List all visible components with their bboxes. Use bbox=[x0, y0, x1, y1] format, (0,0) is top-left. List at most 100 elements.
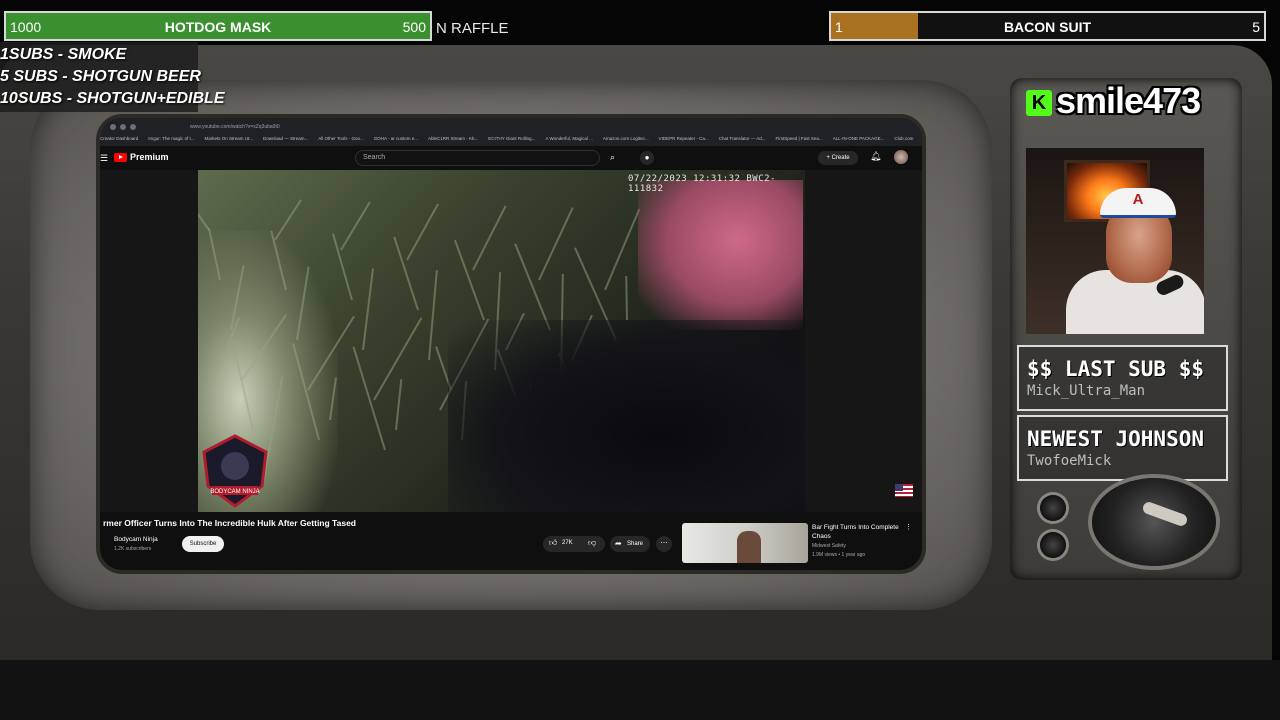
grass-blade bbox=[604, 208, 641, 291]
grass-blade bbox=[393, 236, 419, 311]
bookmark-item[interactable]: Amazon.com Logitec... bbox=[603, 136, 649, 141]
grass-blade bbox=[472, 205, 507, 271]
grass-blade bbox=[406, 203, 439, 261]
bookmark-item[interactable]: AbleC1RR Stream - Kb... bbox=[428, 136, 478, 141]
reward-line: 10SUBS - SHOTGUN+EDIBLE bbox=[0, 90, 225, 107]
grass-blade bbox=[340, 201, 371, 251]
like-count: 27K bbox=[562, 540, 573, 546]
last-sub-panel: $$ LAST SUB $$ Mick_Ultra_Man bbox=[1017, 345, 1228, 411]
youtube-play-icon bbox=[114, 152, 127, 162]
stream-overlay: 1000 HOTDOG MASK 500 N RAFFLE 1 BACON SU… bbox=[0, 0, 1280, 720]
raffle-label: N RAFFLE bbox=[436, 20, 509, 37]
bookmark-item[interactable]: ECITHY Giant Rolling... bbox=[488, 136, 535, 141]
goal-bar-hotdog-mask: 1000 HOTDOG MASK 500 bbox=[4, 11, 432, 41]
reward-line: 5 SUBS - SHOTGUN BEER bbox=[0, 68, 201, 85]
mic-icon[interactable]: ● bbox=[640, 151, 654, 165]
like-dislike-group[interactable]: 👍︎ 27K 👎︎ bbox=[543, 536, 605, 552]
menu-icon[interactable]: ☰ bbox=[100, 153, 108, 164]
subscribe-button[interactable]: Subscribe bbox=[182, 536, 224, 552]
recommended-meta: 1.9M views • 1 year ago bbox=[812, 552, 866, 558]
newest-follower-name: TwofoeMick bbox=[1027, 453, 1112, 469]
tv-screen: www.youtube.com/watch?v=xZq3uba9t0 Creat… bbox=[100, 118, 922, 570]
tv-knob bbox=[1040, 495, 1066, 521]
more-vert-icon[interactable]: ⋮ bbox=[905, 523, 912, 531]
goal-bar-bacon-suit: 1 BACON SUIT 5 bbox=[829, 11, 1266, 41]
bookmark-item[interactable]: Creator Dashboard bbox=[100, 136, 138, 141]
bodycam-timestamp: 07/22/2023 12:31:32 BWC2-111832 bbox=[628, 174, 776, 194]
bookmark-item[interactable]: A Wonderful, Magical ... bbox=[545, 136, 592, 141]
reward-line: 1SUBS - SMOKE bbox=[0, 46, 127, 63]
recommended-title[interactable]: Bar Fight Turns Into Complete Chaos bbox=[812, 523, 907, 541]
address-bar[interactable]: www.youtube.com/watch?v=xZq3uba9t0 bbox=[110, 124, 912, 134]
share-icon: ➦ bbox=[615, 539, 622, 548]
webcam-feed: A bbox=[1026, 148, 1204, 334]
channel-name[interactable]: Bodycam Ninja bbox=[114, 536, 158, 543]
sub-rewards-list: 1SUBS - SMOKE 5 SUBS - SHOTGUN BEER 10SU… bbox=[0, 42, 225, 112]
bookmark-item[interactable]: Chat Translator — Ad... bbox=[719, 136, 766, 141]
grass-blade bbox=[625, 275, 628, 321]
share-label: Share bbox=[627, 541, 644, 547]
youtube-header: ☰ Premium Search ⌕ ● + Create 🔔︎ bbox=[100, 146, 922, 170]
thumbnail-content bbox=[737, 531, 761, 563]
bookmark-item[interactable]: ALL-IN-ONE PACKAGE... bbox=[833, 136, 885, 141]
goal-title: BACON SUIT bbox=[1003, 19, 1092, 35]
reload-icon[interactable] bbox=[130, 124, 136, 130]
more-actions-button[interactable]: ⋯ bbox=[656, 536, 672, 552]
thumbs-down-icon[interactable]: 👎︎ bbox=[588, 538, 596, 548]
recommended-thumbnail[interactable] bbox=[682, 523, 808, 563]
grass-blade bbox=[373, 317, 423, 401]
youtube-logo[interactable]: Premium bbox=[114, 152, 169, 162]
create-label: Create bbox=[831, 155, 850, 161]
bookmark-item[interactable]: FirstSpeed | Fast Sea... bbox=[775, 136, 822, 141]
last-sub-name: Mick_Ultra_Man bbox=[1027, 383, 1146, 399]
bookmark-item[interactable]: All Other Tools - Goo... bbox=[318, 136, 363, 141]
grass-blade bbox=[362, 268, 374, 351]
goal-max-value: 500 bbox=[402, 19, 426, 35]
video-title: rmer Officer Turns Into The Incredible H… bbox=[103, 518, 356, 528]
newest-follower-panel: NEWEST JOHNSON TwofoeMick bbox=[1017, 415, 1228, 481]
youtube-logo-text: Premium bbox=[130, 152, 169, 162]
video-content bbox=[638, 180, 803, 330]
username: smile473 bbox=[1056, 80, 1201, 121]
address-url[interactable]: www.youtube.com/watch?v=xZq3uba9t0 bbox=[190, 124, 280, 130]
video-frame[interactable]: 07/22/2023 12:31:32 BWC2-111832 BODYCAM … bbox=[198, 170, 805, 512]
search-input[interactable]: Search bbox=[355, 150, 600, 166]
search-placeholder: Search bbox=[363, 154, 386, 161]
avatar[interactable] bbox=[894, 150, 908, 164]
cap-logo: A bbox=[1132, 191, 1144, 208]
create-button[interactable]: + Create bbox=[818, 151, 858, 165]
tv-base bbox=[0, 660, 1280, 720]
goal-title: HOTDOG MASK bbox=[164, 19, 272, 35]
bookmarks-bar: Creator Dashboard Imgur: The magic of t..… bbox=[100, 136, 922, 146]
streamer-username: K smile473 bbox=[1020, 80, 1232, 124]
bookmark-item[interactable]: Club.com bbox=[894, 136, 913, 141]
bookmark-item[interactable]: Imgur: The magic of t... bbox=[148, 136, 194, 141]
tv-knob bbox=[1040, 532, 1066, 558]
grass-blade bbox=[198, 196, 210, 231]
forward-icon[interactable] bbox=[120, 124, 126, 130]
search-icon[interactable]: ⌕ bbox=[610, 152, 615, 163]
bookmark-item[interactable]: Download — Stream... bbox=[263, 136, 308, 141]
back-icon[interactable] bbox=[110, 124, 116, 130]
bookmark-item[interactable]: Markets On Stream Ut... bbox=[204, 136, 253, 141]
video-content bbox=[448, 320, 805, 512]
share-button[interactable]: ➦ Share bbox=[610, 536, 650, 552]
tv-channel-dial bbox=[1092, 478, 1216, 566]
badge-text: BODYCAM NINJA bbox=[210, 489, 259, 495]
thumbs-up-icon[interactable]: 👍︎ bbox=[549, 538, 557, 548]
kick-icon: K bbox=[1026, 90, 1052, 116]
video-player[interactable]: 07/22/2023 12:31:32 BWC2-111832 BODYCAM … bbox=[100, 170, 922, 512]
bell-icon[interactable]: 🔔︎ bbox=[870, 151, 881, 162]
newest-follower-heading: NEWEST JOHNSON bbox=[1027, 427, 1205, 451]
recommended-channel: Midwest Safety bbox=[812, 543, 846, 549]
goal-max-value: 5 bbox=[1252, 19, 1260, 35]
browser-chrome: www.youtube.com/watch?v=xZq3uba9t0 Creat… bbox=[100, 118, 922, 146]
grass-blade bbox=[538, 207, 574, 281]
last-sub-heading: $$ LAST SUB $$ bbox=[1027, 357, 1205, 381]
us-flag-icon bbox=[895, 484, 913, 497]
subscriber-count: 1.2K subscribers bbox=[114, 546, 152, 552]
bookmark-item[interactable]: VIDEPR Repeater - Ca... bbox=[659, 136, 709, 141]
bookmark-item[interactable]: GOHA - ar custom e... bbox=[374, 136, 418, 141]
channel-badge-logo: BODYCAM NINJA bbox=[202, 434, 268, 508]
grass-blade bbox=[395, 379, 403, 431]
